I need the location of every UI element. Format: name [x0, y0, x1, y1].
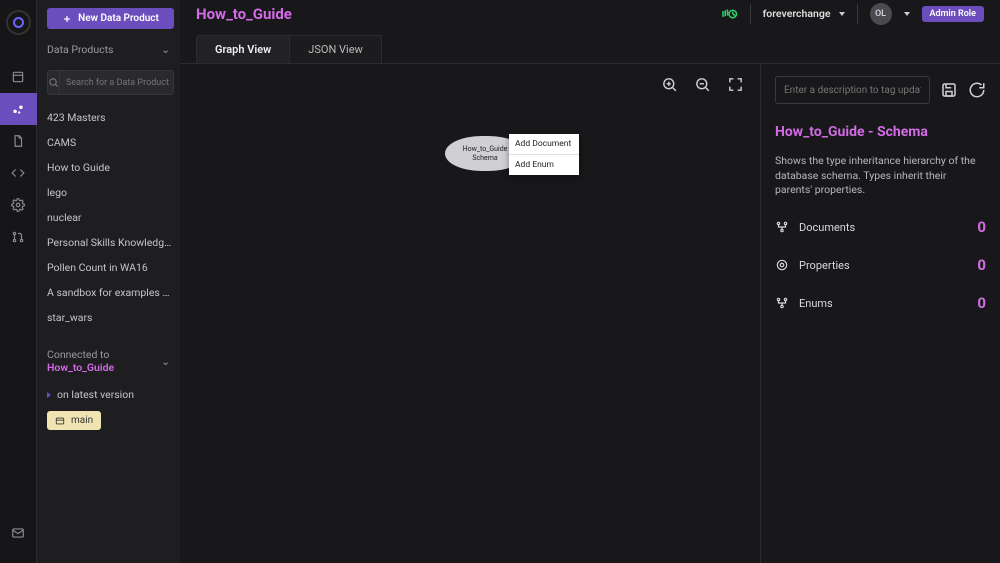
- side-panel: New Data Product Data Products ⌄ 423 Mas…: [37, 0, 180, 563]
- chevron-down-icon: ⌄: [161, 355, 170, 368]
- list-item[interactable]: 423 Masters: [47, 105, 174, 130]
- topbar: How_to_Guide foreverchange OL Admin Role: [180, 0, 1000, 27]
- connected-product: How_to_Guide: [47, 361, 114, 374]
- nav-rail: [0, 0, 37, 563]
- fullscreen-icon[interactable]: [727, 76, 744, 93]
- list-item[interactable]: Personal Skills Knowledge Gr…: [47, 230, 174, 255]
- stat-enums-label: Enums: [799, 297, 833, 310]
- zoom-in-icon[interactable]: [661, 76, 678, 93]
- avatar[interactable]: OL: [870, 3, 892, 25]
- zoom-out-icon[interactable]: [694, 76, 711, 93]
- latest-version-row[interactable]: on latest version: [47, 388, 174, 401]
- rail-item-data-products[interactable]: [0, 93, 37, 125]
- divider: [750, 4, 751, 24]
- rail-item-pull-request[interactable]: [0, 221, 37, 253]
- context-menu: Add Document Add Enum: [509, 134, 579, 175]
- rail-item-book[interactable]: [0, 61, 37, 93]
- data-products-label: Data Products: [47, 43, 113, 56]
- stat-documents-label: Documents: [799, 221, 855, 234]
- schema-node-line2: Schema: [472, 154, 497, 162]
- user-name: foreverchange: [763, 7, 831, 20]
- context-menu-add-document[interactable]: Add Document: [509, 134, 579, 155]
- user-menu[interactable]: foreverchange: [763, 7, 845, 20]
- new-data-product-button[interactable]: New Data Product: [47, 8, 174, 29]
- search-icon: [48, 71, 60, 94]
- caret-down-icon: [839, 12, 845, 16]
- rail-item-mail[interactable]: [0, 517, 37, 549]
- connected-collapse[interactable]: Connected to How_to_Guide ⌄: [47, 348, 174, 374]
- target-icon: [775, 258, 789, 272]
- tag-description-input[interactable]: [775, 76, 930, 104]
- page-title: How_to_Guide: [196, 5, 292, 23]
- main-area: How_to_Guide foreverchange OL Admin Role…: [180, 0, 1000, 563]
- latest-version-label: on latest version: [57, 388, 134, 401]
- data-products-collapse[interactable]: Data Products ⌄: [47, 43, 174, 56]
- stat-enums: Enums 0: [775, 288, 986, 312]
- branch-icon: [775, 220, 789, 234]
- search-data-product[interactable]: [47, 70, 174, 95]
- view-tabs: Graph View JSON View: [196, 35, 1000, 63]
- connected-prefix: Connected to: [47, 348, 109, 361]
- activity-icon[interactable]: [720, 5, 738, 23]
- stat-documents-count: 0: [977, 218, 986, 236]
- divider: [857, 4, 858, 24]
- app-logo: [6, 10, 31, 35]
- stat-enums-count: 0: [977, 294, 986, 312]
- branch-icon: [775, 296, 789, 310]
- graph-canvas[interactable]: How_to_GuideSchema X Add Document Add En…: [180, 64, 760, 563]
- list-item[interactable]: How to Guide: [47, 155, 174, 180]
- search-input[interactable]: [60, 78, 186, 88]
- branch-label: main: [71, 415, 93, 426]
- rail-item-document[interactable]: [0, 125, 37, 157]
- list-item[interactable]: A sandbox for examples and r…: [47, 280, 174, 305]
- new-data-product-label: New Data Product: [78, 13, 159, 24]
- rail-item-code[interactable]: [0, 157, 37, 189]
- play-icon: [47, 392, 51, 398]
- list-item[interactable]: lego: [47, 180, 174, 205]
- schema-panel-description: Shows the type inheritance hierarchy of …: [775, 154, 986, 198]
- list-item[interactable]: nuclear: [47, 205, 174, 230]
- tab-graph-view[interactable]: Graph View: [196, 35, 290, 63]
- refresh-icon[interactable]: [968, 81, 986, 99]
- schema-node-line1: How_to_Guide: [463, 145, 508, 153]
- caret-down-icon[interactable]: [904, 12, 910, 16]
- chevron-down-icon: ⌄: [161, 43, 170, 56]
- stat-documents: Documents 0: [775, 212, 986, 236]
- context-menu-add-enum[interactable]: Add Enum: [509, 155, 579, 175]
- list-item[interactable]: star_wars: [47, 305, 174, 330]
- save-icon[interactable]: [940, 81, 958, 99]
- list-item[interactable]: CAMS: [47, 130, 174, 155]
- stat-properties-count: 0: [977, 256, 986, 274]
- stat-properties-label: Properties: [799, 259, 850, 272]
- schema-panel-title: How_to_Guide - Schema: [775, 124, 986, 140]
- tab-json-view[interactable]: JSON View: [290, 35, 382, 63]
- rail-item-settings[interactable]: [0, 189, 37, 221]
- branch-pill[interactable]: main: [47, 411, 101, 430]
- role-pill[interactable]: Admin Role: [922, 6, 985, 22]
- stat-properties: Properties 0: [775, 250, 986, 274]
- list-item[interactable]: Pollen Count in WA16: [47, 255, 174, 280]
- schema-panel: How_to_Guide - Schema Shows the type inh…: [760, 64, 1000, 563]
